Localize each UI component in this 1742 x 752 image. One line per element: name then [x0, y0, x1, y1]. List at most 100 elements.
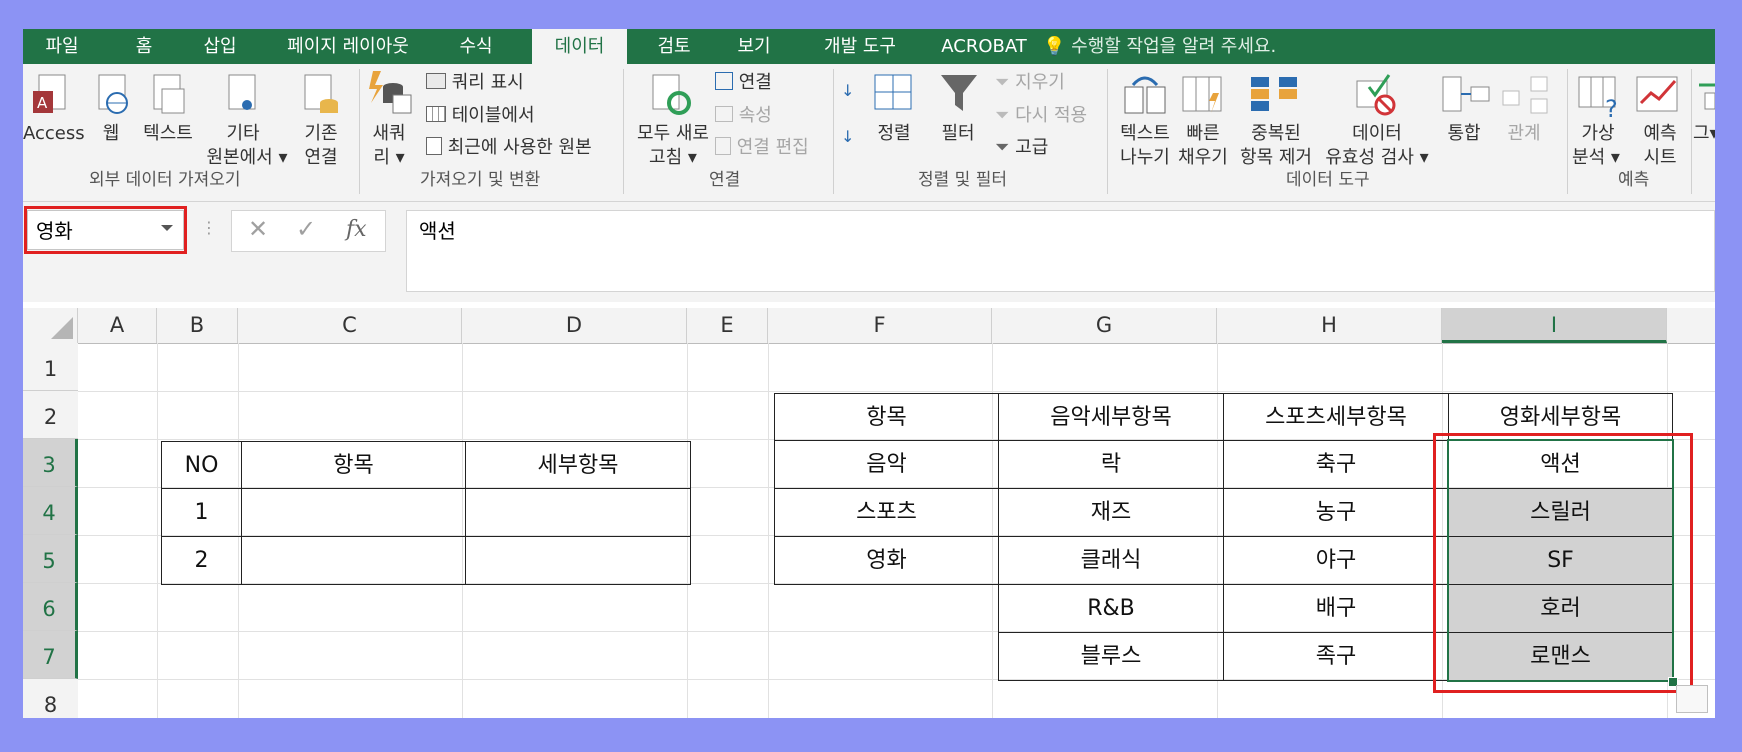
- cell-c3[interactable]: 항목: [241, 441, 466, 489]
- cancel-icon[interactable]: ✕: [248, 215, 268, 243]
- cell-c4[interactable]: [241, 488, 466, 537]
- column-header-c[interactable]: C: [238, 308, 462, 343]
- consolidate-button[interactable]: 통합: [1439, 122, 1489, 146]
- cell-g2[interactable]: 음악세부항목: [998, 393, 1224, 441]
- new-query-label-1[interactable]: 새쿼: [365, 122, 413, 146]
- from-access-button[interactable]: Access: [23, 122, 85, 146]
- row-header-3[interactable]: 3: [23, 439, 78, 487]
- cell-h3[interactable]: 축구: [1223, 440, 1449, 489]
- cell-g3[interactable]: 락: [998, 440, 1224, 489]
- tab-view[interactable]: 보기: [721, 29, 787, 64]
- column-header-f[interactable]: F: [768, 308, 992, 343]
- tab-page-layout[interactable]: 페이지 레이아웃: [273, 29, 423, 64]
- forecast-sheet-label-2[interactable]: 시트: [1635, 146, 1685, 170]
- what-if-label-1[interactable]: 가상: [1573, 122, 1623, 146]
- relationships-button[interactable]: 관계: [1499, 122, 1549, 146]
- advanced-filter-button[interactable]: ⏷ 고급: [995, 136, 1048, 160]
- what-if-icon: ?: [1578, 76, 1618, 119]
- cell-f5[interactable]: 영화: [774, 536, 999, 585]
- cell-f2[interactable]: 항목: [774, 393, 999, 441]
- cell-g7[interactable]: 블루스: [998, 632, 1224, 681]
- other-sources-label-2[interactable]: 원본에서 ▾: [199, 146, 295, 170]
- other-sources-label-1[interactable]: 기타: [208, 122, 278, 146]
- row-header-2[interactable]: 2: [23, 391, 78, 439]
- text-to-columns-label-2[interactable]: 나누기: [1111, 146, 1179, 170]
- forecast-sheet-label-1[interactable]: 예측: [1635, 122, 1685, 146]
- cell-h2[interactable]: 스포츠세부항목: [1223, 393, 1449, 441]
- formula-input[interactable]: 액션: [406, 210, 1715, 292]
- tab-home[interactable]: 홈: [111, 29, 177, 64]
- cell-b5[interactable]: 2: [161, 536, 242, 585]
- tab-formulas[interactable]: 수식: [443, 29, 509, 64]
- cell-h5[interactable]: 야구: [1223, 536, 1449, 585]
- tab-file[interactable]: 파일: [23, 29, 101, 64]
- column-header-d[interactable]: D: [462, 308, 687, 343]
- column-header-e[interactable]: E: [687, 308, 768, 343]
- row-header-7[interactable]: 7: [23, 631, 78, 679]
- tab-review[interactable]: 검토: [641, 29, 707, 64]
- sort-button[interactable]: 정렬: [871, 122, 917, 146]
- cell-g6[interactable]: R&B: [998, 584, 1224, 633]
- cell-h7[interactable]: 족구: [1223, 632, 1449, 681]
- column-header-h[interactable]: H: [1217, 308, 1442, 343]
- cell-d5[interactable]: [465, 536, 691, 585]
- row-header-4[interactable]: 4: [23, 487, 78, 535]
- cell-h4[interactable]: 농구: [1223, 488, 1449, 537]
- tell-me-box[interactable]: 💡 수행할 작업을 알려 주세요.: [1043, 29, 1276, 64]
- cell-b3[interactable]: NO: [161, 441, 242, 489]
- cell-d3[interactable]: 세부항목: [465, 441, 691, 489]
- remove-duplicates-label-2[interactable]: 항목 제거: [1231, 146, 1321, 170]
- column-header-g[interactable]: G: [992, 308, 1217, 343]
- data-validation-label-1[interactable]: 데이터: [1341, 122, 1413, 146]
- show-queries-button[interactable]: 쿼리 표시: [426, 71, 524, 95]
- filter-button[interactable]: 필터: [935, 122, 981, 146]
- edit-links-button[interactable]: 연결 편집: [715, 136, 809, 160]
- flash-fill-label-1[interactable]: 빠른: [1173, 122, 1233, 146]
- from-table-button[interactable]: 테이블에서: [426, 104, 535, 128]
- cell-f4[interactable]: 스포츠: [774, 488, 999, 537]
- select-all-button[interactable]: [23, 308, 78, 343]
- reapply-button[interactable]: ⏷ 다시 적용: [995, 104, 1087, 128]
- sort-ascending-icon[interactable]: ↓: [841, 79, 854, 103]
- cell-g4[interactable]: 재즈: [998, 488, 1224, 537]
- column-header-i[interactable]: I: [1442, 308, 1667, 343]
- row-header-5[interactable]: 5: [23, 535, 78, 583]
- outline-button[interactable]: 그▾: [1693, 122, 1715, 146]
- enter-icon[interactable]: ✓: [296, 215, 316, 243]
- what-if-label-2[interactable]: 분석 ▾: [1561, 146, 1631, 170]
- from-text-button[interactable]: 텍스트: [135, 122, 201, 146]
- clear-button[interactable]: ⏷ 지우기: [995, 71, 1065, 95]
- row-header-1[interactable]: 1: [23, 343, 78, 391]
- recent-sources-button[interactable]: 최근에 사용한 원본: [426, 136, 592, 160]
- cell-f3[interactable]: 음악: [774, 440, 999, 489]
- text-to-columns-label-1[interactable]: 텍스트: [1111, 122, 1179, 146]
- row-header-8[interactable]: 8: [23, 679, 78, 718]
- insert-function-icon[interactable]: fx: [346, 217, 367, 242]
- existing-connections-label-2[interactable]: 연결: [293, 146, 349, 170]
- properties-button[interactable]: 속성: [715, 104, 772, 128]
- data-validation-label-2[interactable]: 유효성 검사 ▾: [1319, 146, 1435, 170]
- row-header-6[interactable]: 6: [23, 583, 78, 631]
- cell-g5[interactable]: 클래식: [998, 536, 1224, 585]
- cell-c5[interactable]: [241, 536, 466, 585]
- remove-duplicates-label-1[interactable]: 중복된: [1243, 122, 1309, 146]
- from-web-button[interactable]: 웹: [91, 122, 131, 146]
- refresh-all-label-1[interactable]: 모두 새로: [627, 122, 719, 146]
- existing-connections-label-1[interactable]: 기존: [293, 122, 349, 146]
- flash-fill-label-2[interactable]: 채우기: [1173, 146, 1233, 170]
- formula-bar-resize-icon[interactable]: ⋮: [201, 218, 217, 237]
- quick-analysis-icon[interactable]: [1676, 685, 1708, 713]
- tab-data[interactable]: 데이터: [532, 29, 627, 64]
- cell-b4[interactable]: 1: [161, 488, 242, 537]
- refresh-all-label-2[interactable]: 고침 ▾: [627, 146, 719, 170]
- connections-button[interactable]: 연결: [715, 71, 772, 95]
- column-header-a[interactable]: A: [78, 308, 157, 343]
- new-query-label-2[interactable]: 리 ▾: [365, 146, 413, 170]
- tab-acrobat[interactable]: ACROBAT: [929, 29, 1039, 64]
- tab-developer[interactable]: 개발 도구: [801, 29, 919, 64]
- sort-descending-icon[interactable]: ↓: [841, 125, 854, 149]
- column-header-b[interactable]: B: [157, 308, 238, 343]
- tab-insert[interactable]: 삽입: [187, 29, 253, 64]
- cell-d4[interactable]: [465, 488, 691, 537]
- cell-h6[interactable]: 배구: [1223, 584, 1449, 633]
